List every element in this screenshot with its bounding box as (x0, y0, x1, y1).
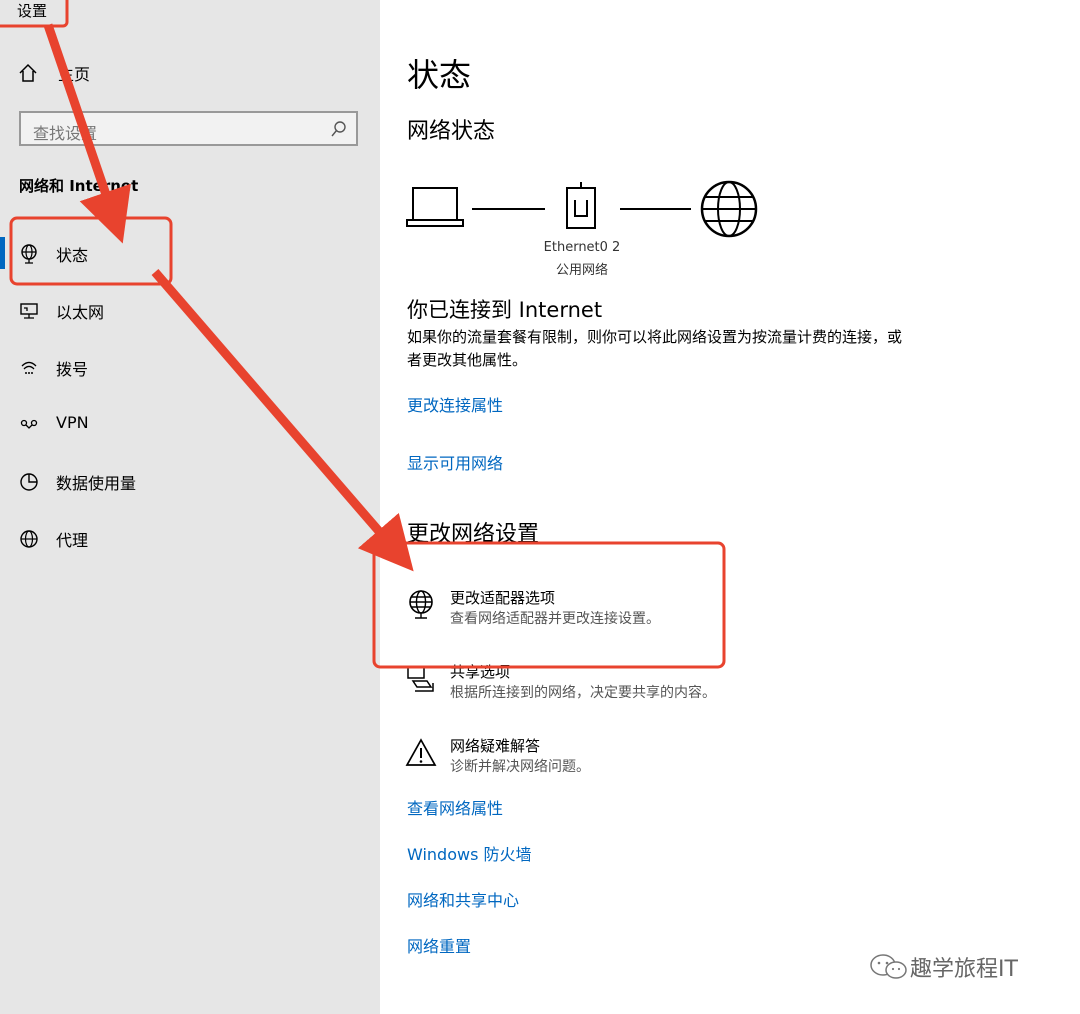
internet-globe-icon (700, 180, 758, 238)
pie-chart-icon (20, 473, 38, 491)
ethernet-monitor-icon (20, 303, 38, 319)
sidebar-item-vpn[interactable]: VPN (0, 404, 380, 444)
view-network-properties-link[interactable]: 查看网络属性 (407, 795, 503, 819)
option-title: 共享选项 (450, 663, 511, 681)
change-connection-properties-link[interactable]: 更改连接属性 (407, 392, 503, 416)
adapter-globe-icon (409, 590, 433, 619)
sidebar-section-heading: 网络和 Internet (19, 177, 139, 195)
warning-icon (405, 738, 437, 766)
sidebar-home[interactable]: 主页 (18, 60, 90, 86)
wechat-icon (870, 954, 907, 979)
watermark-text: 趣学旅程IT (910, 957, 1018, 982)
search-placeholder: 查找设置 (33, 124, 98, 143)
watermark: 趣学旅程IT (868, 951, 1018, 983)
search-icon (331, 121, 346, 137)
option-title: 更改适配器选项 (450, 589, 556, 607)
sharing-icon (407, 666, 434, 692)
app-title: 设置 (17, 2, 48, 20)
option-troubleshoot[interactable]: 网络疑难解答 诊断并解决网络问题。 (405, 735, 725, 775)
dialup-icon (21, 361, 37, 374)
network-reset-link[interactable]: 网络重置 (407, 933, 471, 957)
home-icon (19, 63, 37, 82)
option-sharing[interactable]: 共享选项 根据所连接到的网络，决定要共享的内容。 (405, 661, 765, 701)
change-network-settings-heading: 更改网络设置 (407, 522, 540, 547)
sidebar-item-label: 状态 (56, 246, 89, 265)
sidebar-item-label: 代理 (56, 531, 89, 550)
option-description: 根据所连接到的网络，决定要共享的内容。 (450, 685, 716, 701)
sidebar-item-status[interactable]: 状态 (0, 233, 380, 273)
vpn-icon (20, 419, 38, 429)
sidebar-item-label: VPN (56, 413, 89, 432)
option-change-adapter[interactable]: 更改适配器选项 查看网络适配器并更改连接设置。 (405, 587, 725, 627)
network-sharing-center-link[interactable]: 网络和共享中心 (407, 887, 519, 911)
sidebar-item-dialup[interactable]: 拨号 (0, 347, 380, 387)
network-status-heading: 网络状态 (407, 119, 496, 144)
search-input[interactable]: 查找设置 (19, 111, 358, 146)
sidebar-item-label: 数据使用量 (56, 474, 137, 493)
network-diagram (406, 180, 758, 238)
show-available-networks-link[interactable]: 显示可用网络 (407, 450, 503, 474)
sidebar-item-data-usage[interactable]: 数据使用量 (0, 461, 380, 501)
windows-firewall-link[interactable]: Windows 防火墙 (407, 841, 532, 865)
option-description: 查看网络适配器并更改连接设置。 (450, 611, 660, 627)
network-type: 公用网络 (555, 263, 608, 278)
connected-description: 如果你的流量套餐有限制，则你可以将此网络设置为按流量计费的连接，或者更改其他属性… (407, 328, 903, 369)
globe-stand-icon (21, 244, 37, 264)
sidebar-home-label: 主页 (58, 65, 91, 84)
option-description: 诊断并解决网络问题。 (450, 759, 590, 775)
page-title: 状态 (407, 56, 472, 94)
sidebar-item-ethernet[interactable]: 以太网 (0, 290, 380, 330)
sidebar-item-proxy[interactable]: 代理 (0, 518, 380, 558)
sidebar: 设置 主页 查找设置 网络和 Internet 状态 以太网 拨号 VPN 数据… (0, 0, 380, 1014)
active-indicator (0, 237, 5, 269)
sidebar-item-label: 拨号 (56, 360, 89, 379)
adapter-name: Ethernet0 2 (543, 240, 621, 255)
ethernet-adapter-icon (566, 182, 596, 229)
laptop-icon (406, 187, 464, 227)
sidebar-item-label: 以太网 (56, 303, 105, 322)
globe-icon (20, 530, 38, 548)
option-title: 网络疑难解答 (450, 737, 541, 755)
connected-title: 你已连接到 Internet (407, 298, 603, 322)
